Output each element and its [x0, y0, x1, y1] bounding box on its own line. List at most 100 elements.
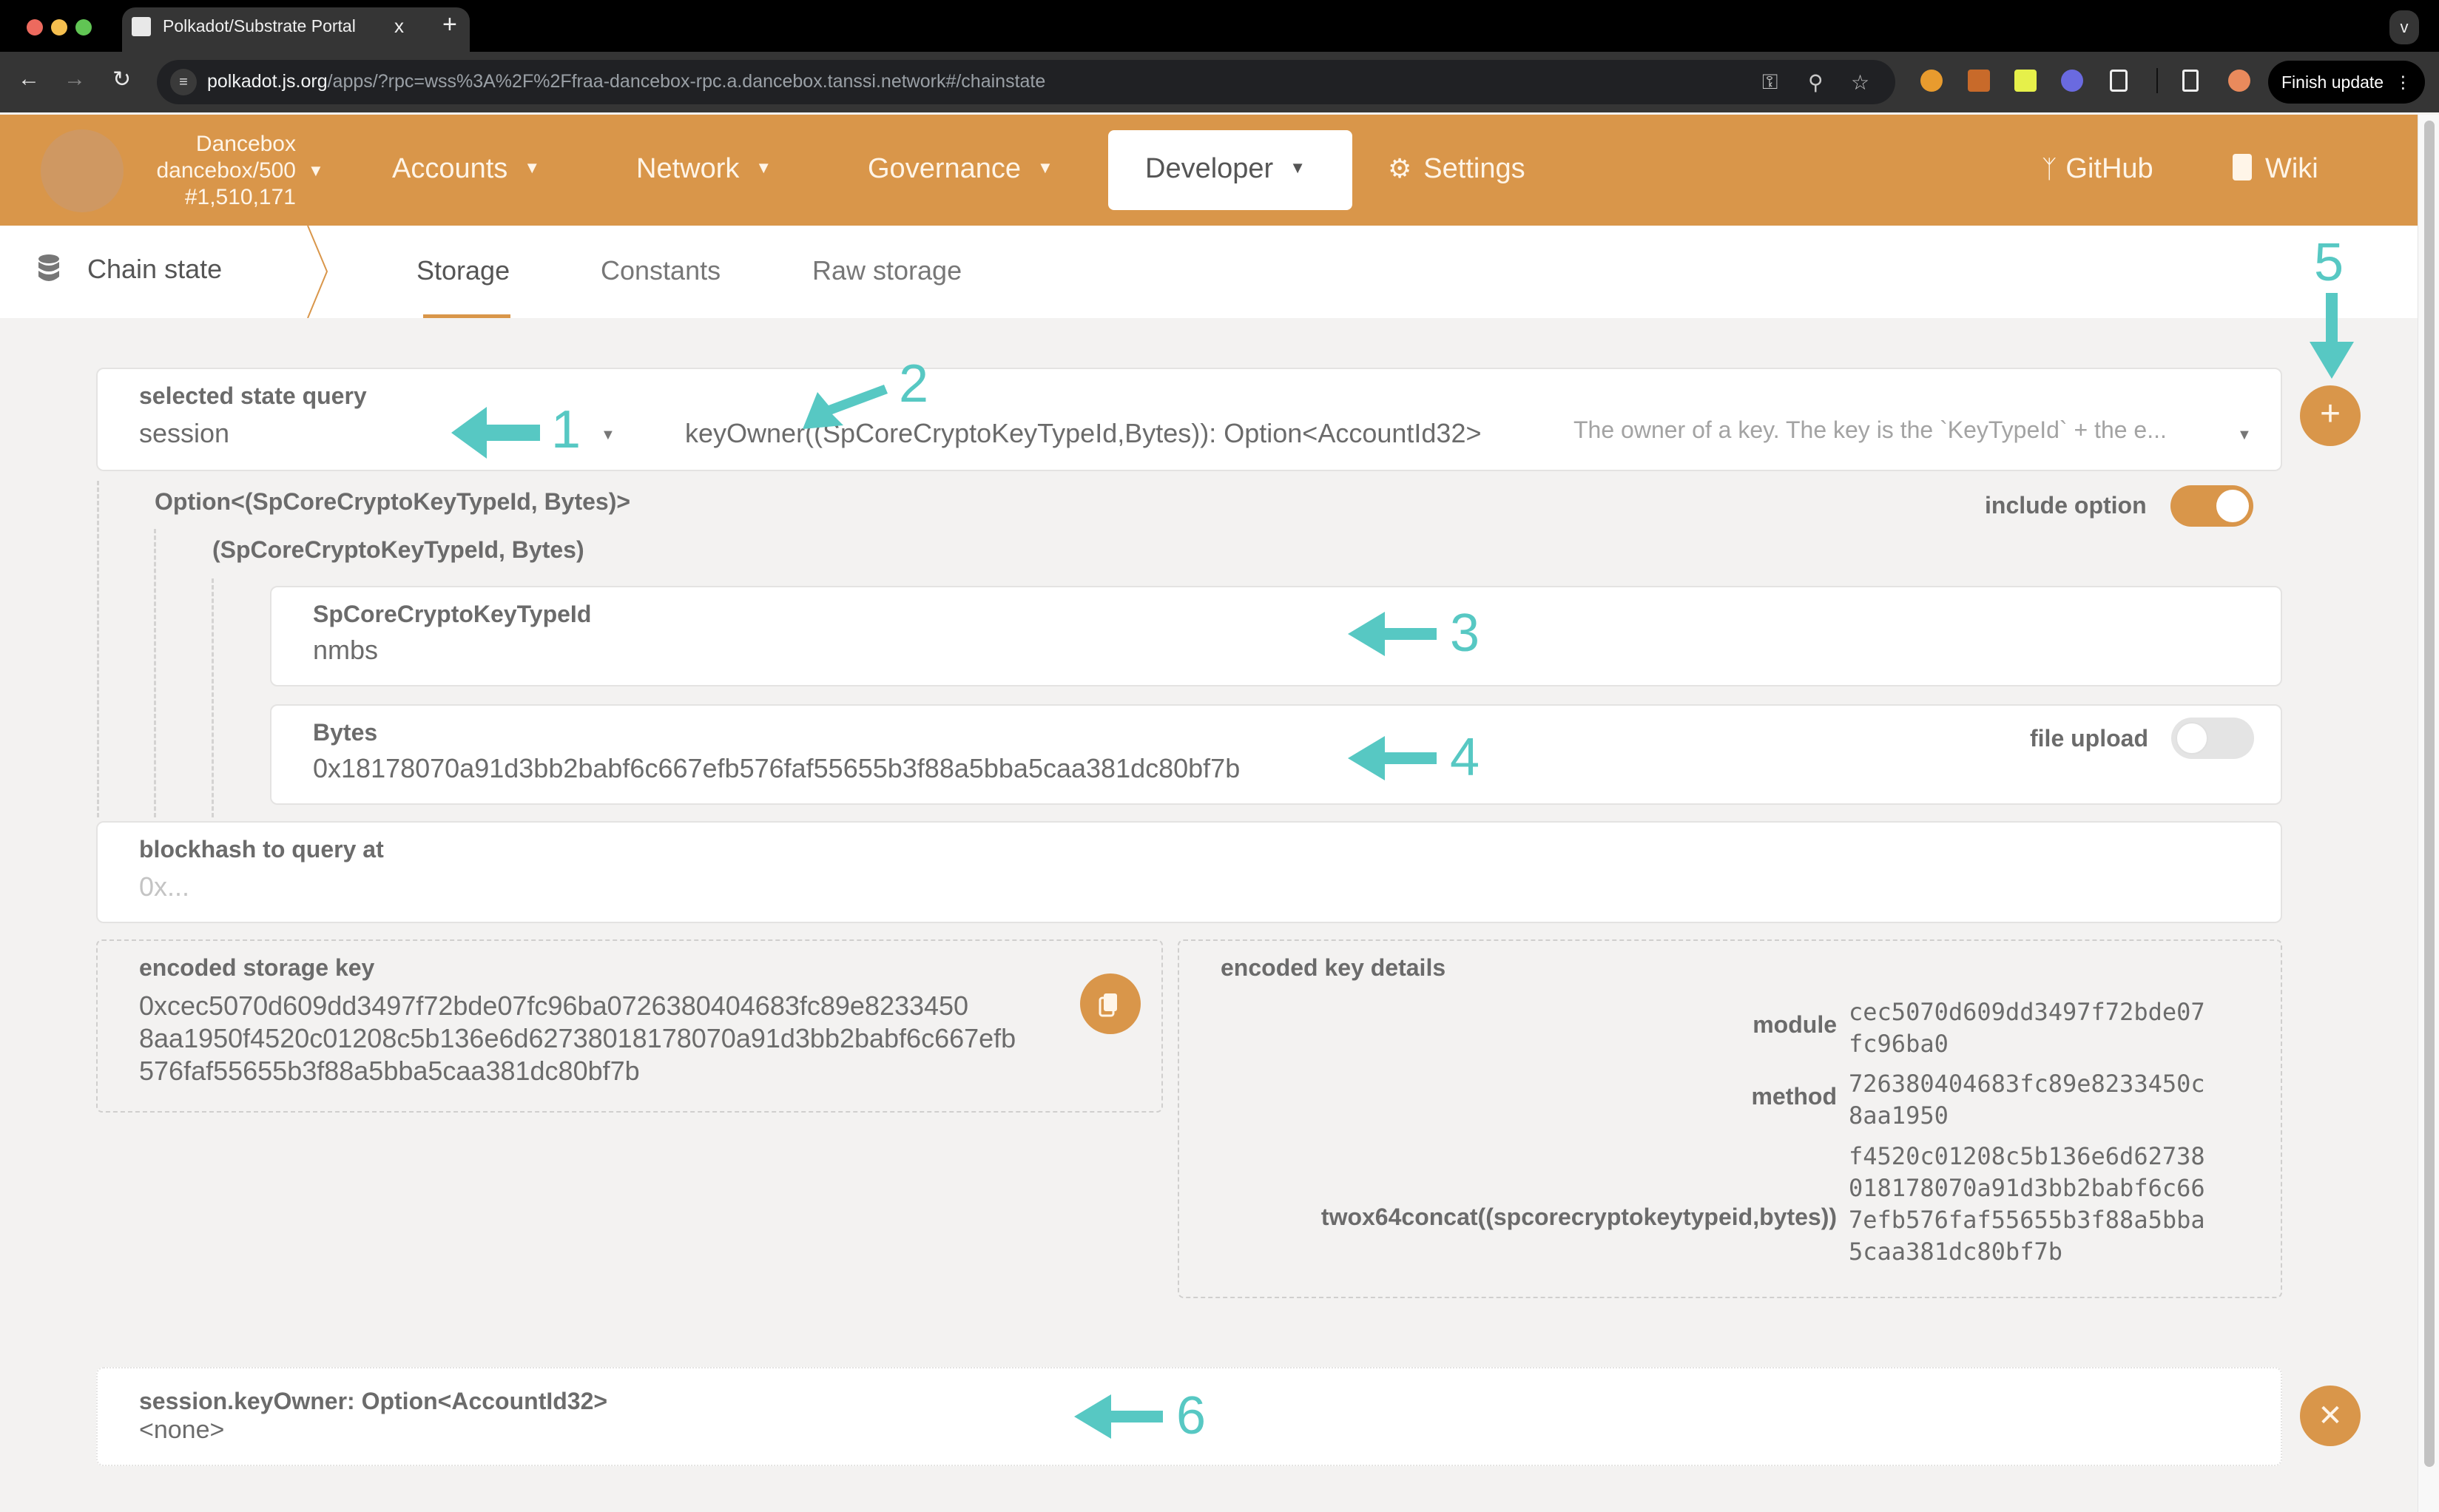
- annotation-arrow-diagonal-icon: [803, 385, 888, 429]
- encoded-storage-key-value[interactable]: 0xcec5070d609dd3497f72bde07fc96ba0726380…: [139, 990, 1016, 1087]
- tab-search-button[interactable]: v: [2389, 10, 2419, 44]
- tab-close-icon[interactable]: x: [394, 15, 404, 38]
- key-type-label: SpCoreCryptoKeyTypeId: [313, 601, 592, 627]
- detail-module-value: cec5070d609dd3497f72bde07 fc96ba0: [1849, 996, 2205, 1060]
- window-minimize-button[interactable]: [51, 19, 67, 36]
- key-type-input-card: SpCoreCryptoKeyTypeId nmbs: [270, 586, 2282, 686]
- bookmark-star-icon[interactable]: ☆: [1851, 70, 1869, 95]
- encoded-storage-key-box: encoded storage key 0xcec5070d609dd3497f…: [96, 939, 1163, 1113]
- encoded-key-details-box: encoded key details module cec5070d609dd…: [1178, 939, 2282, 1298]
- password-key-icon[interactable]: ⚿: [1762, 70, 1778, 95]
- blockhash-input[interactable]: 0x...: [139, 871, 189, 902]
- wiki-label: Wiki: [2265, 153, 2318, 184]
- extensions-puzzle-icon[interactable]: [2110, 70, 2128, 92]
- state-query-selector: selected state query session ▼ keyOwner(…: [96, 368, 2282, 471]
- bytes-input[interactable]: 0x18178070a91d3bb2babf6c667efb576faf5565…: [313, 753, 1240, 784]
- tree-guide-line: [97, 481, 99, 817]
- encoded-key-line: 0xcec5070d609dd3497f72bde07fc96ba0726380…: [139, 990, 969, 1021]
- polkadot-extension-icon[interactable]: [1920, 70, 1943, 92]
- menu-settings-label: Settings: [1423, 153, 1525, 184]
- new-tab-button[interactable]: +: [442, 10, 457, 39]
- reload-icon[interactable]: ↻: [112, 67, 131, 92]
- window-maximize-button[interactable]: [75, 19, 92, 36]
- menu-network-label: Network: [636, 153, 740, 184]
- chevron-down-icon: ▼: [1037, 158, 1053, 177]
- key-type-input[interactable]: nmbs: [313, 635, 378, 666]
- menu-network[interactable]: Network ▼: [636, 153, 772, 185]
- forward-icon[interactable]: →: [64, 67, 86, 92]
- module-dropdown[interactable]: session: [139, 418, 229, 449]
- method-dropdown-caret-icon[interactable]: ▼: [2237, 427, 2252, 444]
- profile-avatar-icon[interactable]: [2228, 70, 2250, 92]
- detail-hasher-value: f4520c01208c5b136e6d62738 018178070a91d3…: [1849, 1141, 2205, 1268]
- module-dropdown-caret-icon[interactable]: ▼: [601, 427, 615, 444]
- menu-developer[interactable]: Developer ▼: [1108, 130, 1352, 210]
- url-text[interactable]: polkadot.js.org/apps/?rpc=wss%3A%2F%2Ffr…: [207, 71, 1045, 92]
- tree-guide-line: [212, 578, 214, 817]
- method-description: The owner of a key. The key is the `KeyT…: [1573, 416, 2167, 443]
- result-title: session.keyOwner: Option<AccountId32>: [139, 1388, 608, 1414]
- tab-raw-storage[interactable]: Raw storage: [812, 255, 962, 286]
- add-query-button[interactable]: +: [2300, 385, 2361, 446]
- metamask-icon[interactable]: [1968, 70, 1990, 92]
- blockhash-label: blockhash to query at: [139, 836, 384, 863]
- toggle-knob: [2176, 722, 2208, 755]
- window-close-button[interactable]: [27, 19, 43, 36]
- page-scrollbar[interactable]: [2418, 115, 2439, 1512]
- tab-title: Polkadot/Substrate Portal: [163, 16, 356, 36]
- menu-accounts-label: Accounts: [392, 153, 508, 184]
- gears-icon: ⚙: [1388, 153, 1412, 183]
- menu-settings[interactable]: ⚙ Settings: [1388, 153, 1525, 185]
- section-label: Chain state: [87, 254, 223, 284]
- chain-caret-icon[interactable]: ▼: [308, 161, 324, 180]
- toggle-knob: [2216, 490, 2249, 522]
- annotation-number: 6: [1176, 1386, 1207, 1445]
- annotation-arrow-left-icon: [451, 407, 540, 459]
- copy-button[interactable]: [1080, 973, 1141, 1034]
- menu-accounts[interactable]: Accounts ▼: [392, 153, 540, 185]
- menu-governance[interactable]: Governance ▼: [868, 153, 1053, 185]
- menu-developer-label: Developer: [1145, 153, 1274, 184]
- polkadot-favicon-icon: [132, 17, 151, 36]
- extension-hand-icon[interactable]: [2014, 70, 2037, 92]
- annotation-arrow-down-icon: [2310, 293, 2354, 379]
- annotation-number: 3: [1450, 604, 1480, 663]
- include-option-toggle[interactable]: [2170, 485, 2253, 527]
- detail-line: 5caa381dc80bf7b: [1849, 1238, 2062, 1266]
- detail-line: 726380404683fc89e8233450c: [1849, 1070, 2205, 1098]
- detail-line: 8aa1950: [1849, 1101, 1949, 1130]
- detail-line: cec5070d609dd3497f72bde07: [1849, 998, 2205, 1026]
- address-bar[interactable]: ≡ polkadot.js.org/apps/?rpc=wss%3A%2F%2F…: [157, 60, 1895, 104]
- tuple-type-label: (SpCoreCryptoKeyTypeId, Bytes): [212, 536, 584, 563]
- github-link[interactable]: ᛉ GitHub: [2042, 153, 2153, 185]
- encoded-key-line: 8aa1950f4520c01208c5b136e6d6273801817807…: [139, 1023, 1016, 1053]
- zoom-icon[interactable]: ⚲: [1808, 70, 1824, 95]
- toolbar-divider: [2156, 68, 2158, 93]
- scrollbar-thumb[interactable]: [2424, 121, 2435, 1467]
- tab-constants[interactable]: Constants: [601, 255, 721, 286]
- annotation-number: 5: [2314, 233, 2344, 292]
- side-panel-icon[interactable]: [2182, 70, 2199, 92]
- browser-tab[interactable]: Polkadot/Substrate Portal x: [122, 7, 470, 53]
- menu-governance-label: Governance: [868, 153, 1022, 184]
- remove-result-button[interactable]: ✕: [2300, 1386, 2361, 1446]
- chain-selector[interactable]: Dancebox dancebox/500 #1,510,171: [141, 131, 297, 211]
- encoded-key-details-label: encoded key details: [1221, 954, 1446, 981]
- file-upload-label: file upload: [2030, 725, 2148, 752]
- site-settings-icon[interactable]: ≡: [170, 69, 197, 95]
- detail-line: fc96ba0: [1849, 1030, 1949, 1058]
- tab-storage[interactable]: Storage: [416, 255, 510, 286]
- chain-logo[interactable]: [41, 129, 124, 212]
- back-icon[interactable]: ←: [18, 67, 40, 92]
- finish-update-button[interactable]: Finish update ⋮: [2268, 61, 2425, 104]
- annotation-arrow-left-icon: [1348, 612, 1437, 656]
- more-menu-icon[interactable]: ⋮: [2395, 61, 2412, 104]
- copy-icon: [1099, 993, 1117, 1017]
- wiki-link[interactable]: Wiki: [2233, 153, 2318, 185]
- annotation-number: 4: [1450, 728, 1480, 787]
- file-upload-toggle[interactable]: [2171, 718, 2254, 759]
- extension-bird-icon[interactable]: [2061, 70, 2083, 92]
- state-query-label: selected state query: [139, 382, 367, 409]
- bytes-input-card: Bytes 0x18178070a91d3bb2babf6c667efb576f…: [270, 704, 2282, 805]
- annotation-number: 1: [551, 400, 581, 459]
